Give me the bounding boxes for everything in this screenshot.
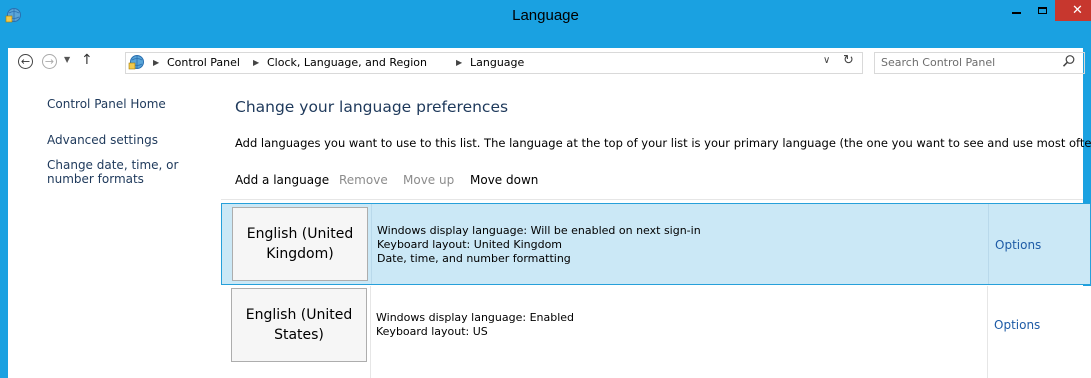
column-divider: [371, 204, 372, 284]
keyboard-layout: Keyboard layout: United Kingdom: [377, 238, 563, 251]
language-details: Windows display language: Will be enable…: [377, 224, 701, 266]
breadcrumb-separator-icon[interactable]: ▶: [456, 58, 462, 67]
page-description: Add languages you want to use to this li…: [235, 136, 1091, 150]
display-language-status: Windows display language: Enabled: [376, 311, 575, 324]
list-divider: [221, 199, 1083, 200]
back-button[interactable]: ←: [18, 54, 33, 69]
language-name: English (United Kingdom): [246, 226, 354, 262]
up-arrow-icon[interactable]: ↑: [81, 52, 93, 68]
search-icon[interactable]: [1062, 54, 1076, 68]
sidebar-item-control-panel-home[interactable]: Control Panel Home: [47, 97, 166, 111]
column-divider: [988, 204, 989, 284]
display-language-status: Windows display language: Will be enable…: [377, 224, 701, 237]
window-frame-left: [0, 0, 8, 378]
column-divider: [987, 286, 988, 378]
keyboard-layout: Keyboard layout: US: [376, 325, 488, 338]
forward-arrow-icon: →: [44, 55, 55, 68]
close-button[interactable]: ✕: [1055, 0, 1091, 21]
close-icon: ✕: [1072, 3, 1083, 18]
maximize-button[interactable]: [1029, 0, 1055, 21]
control-panel-globe-icon: [128, 55, 144, 70]
address-dropdown-chevron-icon[interactable]: ∨: [823, 55, 830, 66]
move-down-button[interactable]: Move down: [470, 173, 538, 187]
breadcrumb-control-panel[interactable]: Control Panel: [167, 56, 240, 69]
move-up-button[interactable]: Move up: [403, 173, 454, 187]
language-tile[interactable]: English (United Kingdom): [232, 207, 368, 281]
search-placeholder[interactable]: Search Control Panel: [881, 56, 995, 69]
language-tile[interactable]: English (United States): [231, 288, 367, 362]
language-row-english-uk[interactable]: English (United Kingdom) Windows display…: [221, 203, 1091, 285]
options-link[interactable]: Options: [995, 238, 1041, 252]
refresh-icon[interactable]: ↻: [843, 53, 854, 68]
back-arrow-icon: ←: [20, 55, 31, 68]
minimize-button[interactable]: [1003, 0, 1029, 21]
sidebar-item-change-date-time-formats[interactable]: Change date, time, or number formats: [47, 158, 217, 186]
sidebar-item-advanced-settings[interactable]: Advanced settings: [47, 133, 158, 147]
breadcrumb-clock-language-region[interactable]: Clock, Language, and Region: [267, 56, 427, 69]
language-details: Windows display language: Enabled Keyboa…: [376, 311, 574, 339]
breadcrumb-separator-icon[interactable]: ▶: [253, 58, 259, 67]
recent-locations-chevron-down-icon[interactable]: ▼: [64, 55, 70, 64]
forward-button[interactable]: →: [42, 54, 57, 69]
language-name: English (United States): [245, 307, 353, 343]
formatting-info: Date, time, and number formatting: [377, 252, 571, 265]
add-language-button[interactable]: Add a language: [235, 173, 329, 187]
window-title: Language: [512, 7, 579, 24]
navigation-bar: ← → ▼ ↑ ▶ Control Panel ▶ Clock, Languag…: [8, 48, 1085, 78]
breadcrumb-language[interactable]: Language: [470, 56, 524, 69]
language-row-english-us[interactable]: English (United States) Windows display …: [221, 286, 1091, 378]
options-link[interactable]: Options: [994, 318, 1040, 332]
column-divider: [370, 286, 371, 378]
minimize-icon: [1011, 11, 1021, 14]
remove-button[interactable]: Remove: [339, 173, 388, 187]
breadcrumb-separator-icon[interactable]: ▶: [153, 58, 159, 67]
maximize-icon: [1037, 7, 1047, 14]
page-title: Change your language preferences: [235, 98, 509, 116]
